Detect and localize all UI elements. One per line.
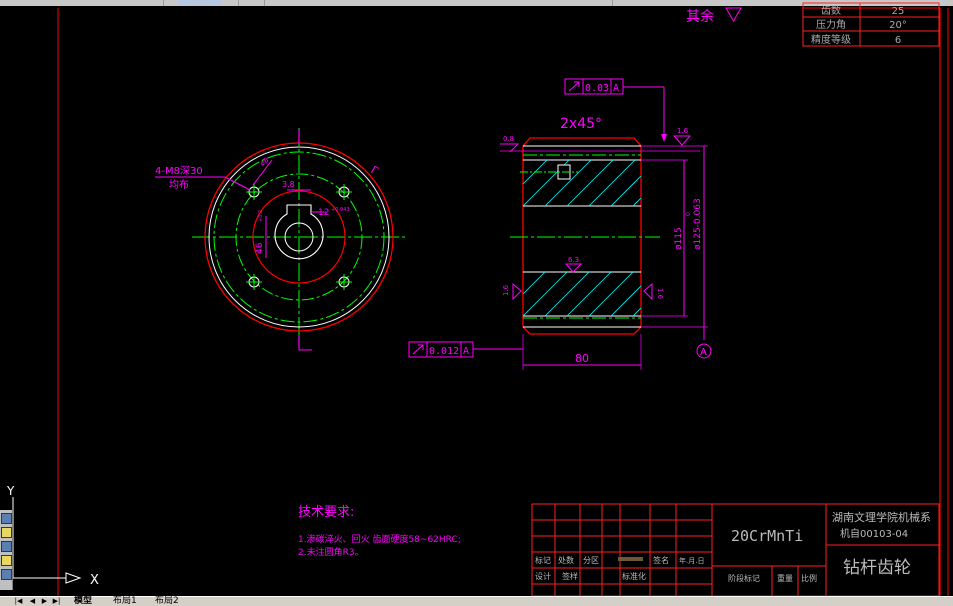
tb-material: 20CrMnTi — [731, 527, 803, 545]
tool-icon[interactable] — [1, 555, 12, 566]
chamfer-label: 2x45° — [560, 116, 602, 132]
first-tab-icon[interactable]: |◀ — [14, 597, 23, 605]
tech-req-item-2: 2.未注圆角R3。 — [298, 546, 364, 558]
rough-top-right: 1.6 — [677, 127, 689, 135]
dim-outer-diameter: ø125-0.063 — [693, 198, 703, 250]
rough-top-left: 0.8 — [503, 135, 514, 143]
cad-drawing-window: 齿数 25 压力角 20° 精度等级 6 其余 46 +0.2 3.8 12 +… — [0, 0, 953, 606]
tb-label-scale: 比例 — [801, 573, 817, 583]
tb-label-sign: 签名 — [653, 555, 669, 565]
hole-note-line1: 4-M8深30 — [155, 165, 203, 177]
dim-inner-diameter: ø115 — [674, 227, 684, 250]
tb-label-design: 设计 — [535, 571, 551, 581]
tool-icon[interactable] — [1, 569, 12, 580]
ucs-x-label: X — [90, 573, 99, 588]
gear-front-view: 46 +0.2 3.8 12 +0.043 ø8 4-M8深30 均布 Γ — [155, 128, 408, 351]
tb-label-count: 处数 — [558, 555, 574, 565]
param-label-teeth: 齿数 — [821, 4, 841, 17]
tb-label-standard: 标准化 — [622, 571, 646, 581]
technical-requirements: 技术要求: 1.渗碳淬火、回火 齿面硬度58~62HRC; 2.未注圆角R3。 — [298, 505, 461, 558]
ucs-y-label: Y — [6, 484, 15, 498]
gear-section-view: 2x45° 0.03 A 0.8 1.6 6.3 1.6 1.6 ø115 ø1… — [408, 78, 712, 370]
dim-width: 80 — [575, 352, 589, 365]
hole-note-line2: 均布 — [169, 179, 189, 191]
param-value-teeth: 25 — [892, 6, 905, 17]
tb-part-name: 钻杆齿轮 — [843, 558, 911, 578]
dim-hub-text: 46 — [255, 242, 265, 254]
gear-parameter-table: 齿数 25 压力角 20° 精度等级 6 — [802, 2, 940, 47]
side-toolbar[interactable] — [0, 510, 13, 590]
datum-label: A — [700, 347, 707, 358]
rough-right: 1.6 — [656, 288, 664, 300]
tol-top-datum: A — [613, 83, 619, 94]
tech-req-item-1: 1.渗碳淬火、回火 齿面硬度58~62HRC; — [298, 533, 461, 545]
last-tab-icon[interactable]: ▶| — [52, 597, 61, 605]
tool-icon[interactable] — [1, 527, 12, 538]
tool-icon[interactable] — [1, 541, 12, 552]
tb-label-date: 年.月.日 — [679, 556, 704, 565]
title-block: 标记 处数 分区 签名 年.月.日 设计 签样 标准化 阶段标记 重量 比例 2… — [531, 503, 940, 597]
tb-school-line1: 湖南文理学院机械系 — [832, 510, 931, 524]
tol-bottom-datum: A — [463, 346, 469, 357]
ucs-icon: Y X — [6, 484, 99, 588]
param-label-accuracy: 精度等级 — [811, 33, 851, 46]
tb-school-line2: 机自00103-04 — [840, 527, 908, 540]
tech-req-heading: 技术要求: — [298, 505, 354, 520]
next-tab-icon[interactable]: ▶ — [40, 597, 49, 605]
param-value-pressure-angle: 20° — [889, 20, 907, 31]
dim-key-tol: +0.043 — [331, 207, 350, 213]
dim-key-width: 12 — [318, 208, 329, 218]
drawing-canvas[interactable]: 齿数 25 压力角 20° 精度等级 6 其余 46 +0.2 3.8 12 +… — [0, 0, 953, 605]
tb-label-sample: 签样 — [562, 571, 578, 581]
dim-small-text: 3.8 — [282, 180, 295, 189]
tb-label-stage: 阶段标记 — [728, 573, 760, 583]
roughness-rest-symbol — [725, 7, 742, 23]
param-value-accuracy: 6 — [895, 35, 901, 46]
tol-bottom-value: 0.012 — [429, 346, 459, 357]
dim-outer-upper: 0 — [685, 212, 692, 216]
dim-hub-tol: +0.2 — [258, 210, 264, 222]
tb-label-zone: 分区 — [583, 556, 599, 565]
tb-label-mark: 标记 — [535, 555, 551, 565]
roughness-rest-label: 其余 — [686, 8, 714, 25]
param-label-pressure-angle: 压力角 — [816, 18, 846, 31]
prev-tab-icon[interactable]: ◀ — [28, 597, 37, 605]
tb-label-weight: 重量 — [777, 573, 793, 583]
tol-top-value: 0.03 — [585, 83, 609, 94]
rough-mid: 6.3 — [568, 256, 579, 264]
tool-icon[interactable] — [1, 513, 12, 524]
rough-left: 1.6 — [502, 284, 510, 296]
